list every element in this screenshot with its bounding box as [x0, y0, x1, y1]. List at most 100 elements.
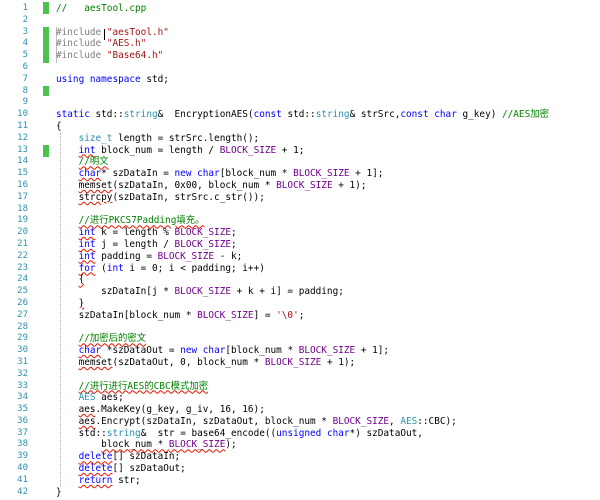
code-line[interactable]: 40 delete[] szDataOut;: [0, 463, 600, 475]
line-number: 16: [17, 179, 28, 190]
line-number: 11: [17, 120, 28, 131]
code-line[interactable]: 2: [0, 15, 600, 27]
line-number: 34: [17, 392, 28, 403]
code-line[interactable]: 28: [0, 322, 600, 334]
code-text[interactable]: std::string& str = base64_encode((unsign…: [56, 428, 423, 440]
code-line[interactable]: 7 using namespace std;: [0, 74, 600, 86]
code-text[interactable]: delete[] szDataIn;: [56, 451, 181, 463]
line-number: 25: [17, 286, 28, 297]
line-number: 1: [22, 3, 28, 13]
code-text[interactable]: szDataIn[j * BLOCK_SIZE + k + i] = paddi…: [56, 286, 344, 298]
code-text[interactable]: block_num * BLOCK_SIZE);: [56, 439, 236, 451]
code-line[interactable]: 24 {: [0, 274, 600, 286]
code-text[interactable]: #include "aesTool.h": [56, 27, 169, 39]
code-text[interactable]: char *szDataOut = new char[block_num * B…: [56, 345, 389, 357]
code-line[interactable]: 39 delete[] szDataIn;: [0, 451, 600, 463]
code-line[interactable]: 30 char *szDataOut = new char[block_num …: [0, 345, 600, 357]
code-text[interactable]: szDataIn[block_num * BLOCK_SIZE] = '\0';: [56, 310, 305, 322]
code-line[interactable]: 18: [0, 204, 600, 216]
line-number: 13: [17, 144, 28, 155]
line-number: 20: [17, 227, 28, 238]
code-text[interactable]: aes.Encrypt(szDataIn, szDataOut, block_n…: [56, 416, 457, 428]
indent-guide: [60, 132, 62, 487]
line-number: 31: [17, 356, 28, 367]
code-line[interactable]: 17 strcpy(szDataIn, strSrc.c_str());: [0, 192, 600, 204]
line-number: 19: [17, 215, 28, 226]
line-number: 6: [22, 61, 28, 72]
code-line[interactable]: 19 //进行PKCS7Padding填充。: [0, 215, 600, 227]
code-editor[interactable]: 1 // aesTool.cpp 2 3 #include "aesTool.h" 4 #i…: [0, 0, 600, 500]
line-number: 22: [17, 250, 28, 261]
code-line[interactable]: 1 // aesTool.cpp: [0, 3, 600, 15]
code-line[interactable]: 37 std::string& str = base64_encode((uns…: [0, 428, 600, 440]
code-text[interactable]: {: [56, 121, 62, 133]
line-number: 17: [17, 191, 28, 202]
code-text[interactable]: memset(szDataOut, 0, block_num * BLOCK_S…: [56, 357, 356, 369]
code-text[interactable]: int padding = BLOCK_SIZE - k;: [56, 251, 243, 263]
code-line[interactable]: 25 szDataIn[j * BLOCK_SIZE + k + i] = pa…: [0, 286, 600, 298]
code-line[interactable]: 33 //进行进行AES的CBC模式加密: [0, 381, 600, 393]
code-line[interactable]: 9: [0, 97, 600, 109]
code-text[interactable]: int k = length % BLOCK_SIZE;: [56, 227, 237, 239]
code-line[interactable]: 42}: [0, 487, 600, 499]
code-text[interactable]: return str;: [56, 475, 141, 487]
code-line[interactable]: 26 }: [0, 298, 600, 310]
line-number: 18: [17, 203, 28, 214]
code-line[interactable]: 13 int block_num = length / BLOCK_SIZE +…: [0, 145, 600, 157]
code-text[interactable]: for (int i = 0; i < padding; i++): [56, 263, 265, 275]
code-line[interactable]: 21 int j = length / BLOCK_SIZE;: [0, 239, 600, 251]
code-line[interactable]: 32: [0, 369, 600, 381]
code-text[interactable]: size_t length = strSrc.length();: [56, 133, 260, 145]
line-number: 28: [17, 321, 28, 332]
code-line[interactable]: 11 {: [0, 121, 600, 133]
line-number: 24: [17, 274, 28, 285]
code-text[interactable]: // aesTool.cpp: [56, 3, 146, 15]
code-text[interactable]: static std::string& EncryptionAES(const …: [56, 109, 549, 121]
code-text[interactable]: AES aes;: [56, 392, 124, 404]
code-text[interactable]: strcpy(szDataIn, strSrc.c_str());: [56, 192, 265, 204]
code-line[interactable]: 5 #include "Base64.h": [0, 50, 600, 62]
code-line[interactable]: 41 return str;: [0, 475, 600, 487]
code-text[interactable]: int j = length / BLOCK_SIZE;: [56, 239, 237, 251]
code-text[interactable]: delete[] szDataOut;: [56, 463, 186, 475]
code-text[interactable]: //进行进行AES的CBC模式加密: [56, 381, 209, 393]
code-text[interactable]: #include "AES.h": [56, 38, 146, 50]
code-text[interactable]: #include "Base64.h": [56, 50, 163, 62]
code-line[interactable]: 36 aes.Encrypt(szDataIn, szDataOut, bloc…: [0, 416, 600, 428]
code-line[interactable]: 29 //加密后的密文: [0, 333, 600, 345]
code-text[interactable]: int block_num = length / BLOCK_SIZE + 1;: [56, 145, 305, 157]
line-number: 33: [17, 380, 28, 391]
line-number: 14: [17, 156, 28, 167]
code-text[interactable]: using namespace std;: [56, 74, 169, 86]
code-text[interactable]: //进行PKCS7Padding填充。: [56, 215, 205, 227]
code-lines[interactable]: 1 // aesTool.cpp 2 3 #include "aesTool.h" 4 #i…: [0, 3, 600, 498]
code-line[interactable]: 3 #include "aesTool.h": [0, 27, 600, 39]
code-line[interactable]: 15 char* szDataIn = new char[block_num *…: [0, 168, 600, 180]
code-line[interactable]: 23 for (int i = 0; i < padding; i++): [0, 263, 600, 275]
code-line[interactable]: 22 int padding = BLOCK_SIZE - k;: [0, 251, 600, 263]
line-number: 41: [17, 474, 28, 485]
code-line[interactable]: 31 memset(szDataOut, 0, block_num * BLOC…: [0, 357, 600, 369]
code-line[interactable]: 34 AES aes;: [0, 392, 600, 404]
code-line[interactable]: 38 block_num * BLOCK_SIZE);: [0, 439, 600, 451]
line-number: 9: [22, 97, 28, 108]
code-text[interactable]: char* szDataIn = new char[block_num * BL…: [56, 168, 384, 180]
code-line[interactable]: 27 szDataIn[block_num * BLOCK_SIZE] = '\…: [0, 310, 600, 322]
code-line[interactable]: 35 aes.MakeKey(g_key, g_iv, 16, 16);: [0, 404, 600, 416]
code-line[interactable]: 16 memset(szDataIn, 0x00, block_num * BL…: [0, 180, 600, 192]
code-text[interactable]: //加密后的密文: [56, 333, 147, 345]
code-line[interactable]: 6: [0, 62, 600, 74]
code-line[interactable]: 20 int k = length % BLOCK_SIZE;: [0, 227, 600, 239]
code-text[interactable]: memset(szDataIn, 0x00, block_num * BLOCK…: [56, 180, 367, 192]
code-text[interactable]: //明文: [56, 156, 109, 168]
code-text[interactable]: aes.MakeKey(g_key, g_iv, 16, 16);: [56, 404, 265, 416]
code-line[interactable]: 8: [0, 86, 600, 98]
code-line[interactable]: 4 #include "AES.h": [0, 38, 600, 50]
line-number: 29: [17, 333, 28, 344]
line-number: 21: [17, 238, 28, 249]
code-text[interactable]: }: [56, 487, 62, 499]
line-number: 40: [17, 463, 28, 474]
code-line[interactable]: 12 size_t length = strSrc.length();: [0, 133, 600, 145]
code-line[interactable]: 10 static std::string& EncryptionAES(cons…: [0, 109, 600, 121]
code-line[interactable]: 14 //明文: [0, 156, 600, 168]
